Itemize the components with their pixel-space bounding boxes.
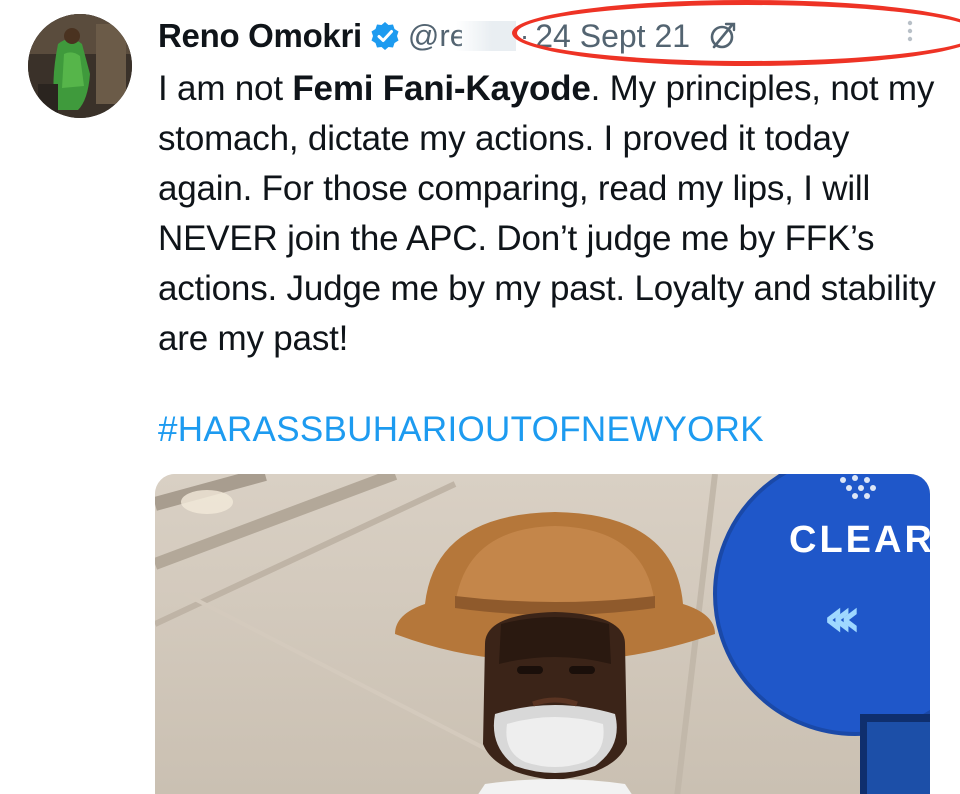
handle[interactable]: @re xyxy=(408,18,462,54)
edit-history-icon[interactable] xyxy=(708,21,738,51)
tweet-card: Reno Omokri @re · 24 Sept 21 I am not Fe… xyxy=(0,0,960,794)
tweet-text: I am not Femi Fani-Kayode. My principles… xyxy=(158,64,948,364)
separator-dot: · xyxy=(519,20,530,51)
tweet-text-rest: . My principles, not my stomach, dictate… xyxy=(158,69,936,358)
tweet-text-bold[interactable]: Femi Fani-Kayode xyxy=(292,69,590,108)
tweet-photo[interactable]: CLEAR ‹‹‹ xyxy=(155,474,930,794)
tweet-text-prefix: I am not xyxy=(158,69,293,108)
timestamp[interactable]: 24 Sept 21 xyxy=(535,18,690,55)
avatar[interactable] xyxy=(28,14,132,118)
sign-clear-text: CLEAR xyxy=(789,519,930,561)
tweet-header: Reno Omokri @re · 24 Sept 21 xyxy=(158,10,948,62)
more-options-icon[interactable] xyxy=(902,16,918,46)
display-name[interactable]: Reno Omokri xyxy=(158,17,362,55)
verified-badge-icon xyxy=(370,21,400,51)
handle-overlay xyxy=(455,21,516,51)
hashtag-link[interactable]: #HARASSBUHARIOUTOFNEWYORK xyxy=(158,410,764,450)
